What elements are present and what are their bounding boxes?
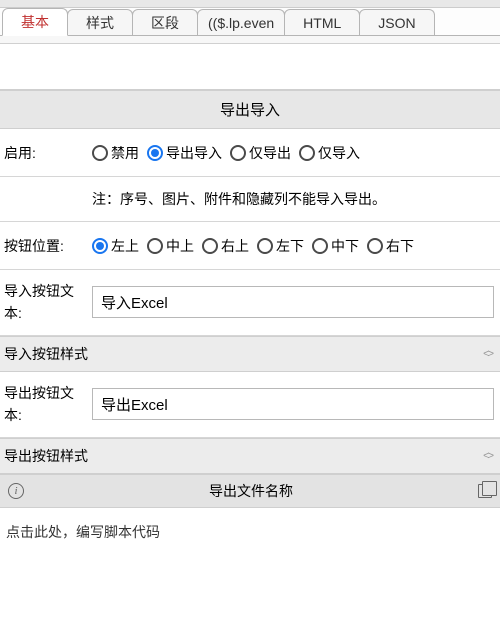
radio-icon (367, 238, 383, 254)
section-title-export-import: 导出导入 (0, 90, 500, 129)
label-line2: 本: (4, 404, 92, 426)
note-text: 注：序号、图片、附件和隐藏列不能导入导出。 (0, 177, 500, 222)
option-label: 禁用 (111, 143, 139, 163)
radio-icon (92, 238, 108, 254)
tab-bar: 基本 样式 区段 (($.lp.even HTML JSON (0, 8, 500, 36)
label-enable: 启用: (0, 143, 92, 163)
input-export-button-text[interactable] (92, 388, 494, 420)
maximize-icon[interactable] (478, 484, 492, 498)
tab-style[interactable]: 样式 (67, 9, 133, 35)
position-options: 左上 中上 右上 左下 中下 右下 (92, 236, 414, 256)
label-line2: 本: (4, 302, 92, 324)
expand-icon: <> (483, 348, 492, 360)
option-label: 仅导出 (249, 143, 291, 163)
radio-icon (312, 238, 328, 254)
tab-basic[interactable]: 基本 (2, 8, 68, 36)
option-position-tr[interactable]: 右上 (202, 236, 249, 256)
info-icon[interactable]: i (8, 483, 24, 499)
option-label: 仅导入 (318, 143, 360, 163)
radio-icon (257, 238, 273, 254)
script-section-header: i 导出文件名称 (0, 474, 500, 508)
input-import-button-text[interactable] (92, 286, 494, 318)
script-title: 导出文件名称 (24, 481, 478, 501)
top-spacer (0, 44, 500, 90)
row-import-button-text: 导入按钮文 本: (0, 270, 500, 336)
expand-icon: <> (483, 450, 492, 462)
radio-icon (92, 145, 108, 161)
option-position-tl[interactable]: 左上 (92, 236, 139, 256)
window-top-trim (0, 0, 500, 8)
option-label: 左下 (276, 236, 304, 256)
sub-header-strip (0, 36, 500, 44)
label-line1: 导出按钮文 (4, 382, 92, 404)
radio-icon (147, 238, 163, 254)
option-label: 左上 (111, 236, 139, 256)
label-import-button-text: 导入按钮文 本: (0, 280, 92, 325)
label-export-button-style: 导出按钮样式 (4, 446, 88, 466)
option-label: 中下 (331, 236, 359, 256)
option-label: 右上 (221, 236, 249, 256)
tab-html[interactable]: HTML (284, 9, 360, 35)
row-button-position: 按钮位置: 左上 中上 右上 左下 中下 (0, 222, 500, 270)
option-enable-disable[interactable]: 禁用 (92, 143, 139, 163)
radio-icon (230, 145, 246, 161)
tab-expression[interactable]: (($.lp.even (197, 9, 285, 35)
radio-icon (299, 145, 315, 161)
option-enable-both[interactable]: 导出导入 (147, 143, 222, 163)
enable-options: 禁用 导出导入 仅导出 仅导入 (92, 143, 360, 163)
row-enable: 启用: 禁用 导出导入 仅导出 仅导入 (0, 129, 500, 177)
script-editor-area[interactable]: 点击此处，编写脚本代码 (0, 508, 500, 568)
label-line1: 导入按钮文 (4, 280, 92, 302)
option-label: 导出导入 (166, 143, 222, 163)
label-button-position: 按钮位置: (0, 236, 92, 256)
radio-icon (147, 145, 163, 161)
row-export-button-style[interactable]: 导出按钮样式 <> (0, 438, 500, 474)
radio-icon (202, 238, 218, 254)
tab-json[interactable]: JSON (359, 9, 434, 35)
main-panel: 导出导入 启用: 禁用 导出导入 仅导出 仅导入 注：序号、图片、附件和隐藏列不… (0, 44, 500, 568)
option-position-bc[interactable]: 中下 (312, 236, 359, 256)
row-export-button-text: 导出按钮文 本: (0, 372, 500, 438)
option-enable-export-only[interactable]: 仅导出 (230, 143, 291, 163)
option-enable-import-only[interactable]: 仅导入 (299, 143, 360, 163)
option-position-tc[interactable]: 中上 (147, 236, 194, 256)
option-label: 右下 (386, 236, 414, 256)
tab-section[interactable]: 区段 (132, 9, 198, 35)
row-import-button-style[interactable]: 导入按钮样式 <> (0, 336, 500, 372)
label-export-button-text: 导出按钮文 本: (0, 382, 92, 427)
option-position-br[interactable]: 右下 (367, 236, 414, 256)
option-label: 中上 (166, 236, 194, 256)
option-position-bl[interactable]: 左下 (257, 236, 304, 256)
label-import-button-style: 导入按钮样式 (4, 344, 88, 364)
